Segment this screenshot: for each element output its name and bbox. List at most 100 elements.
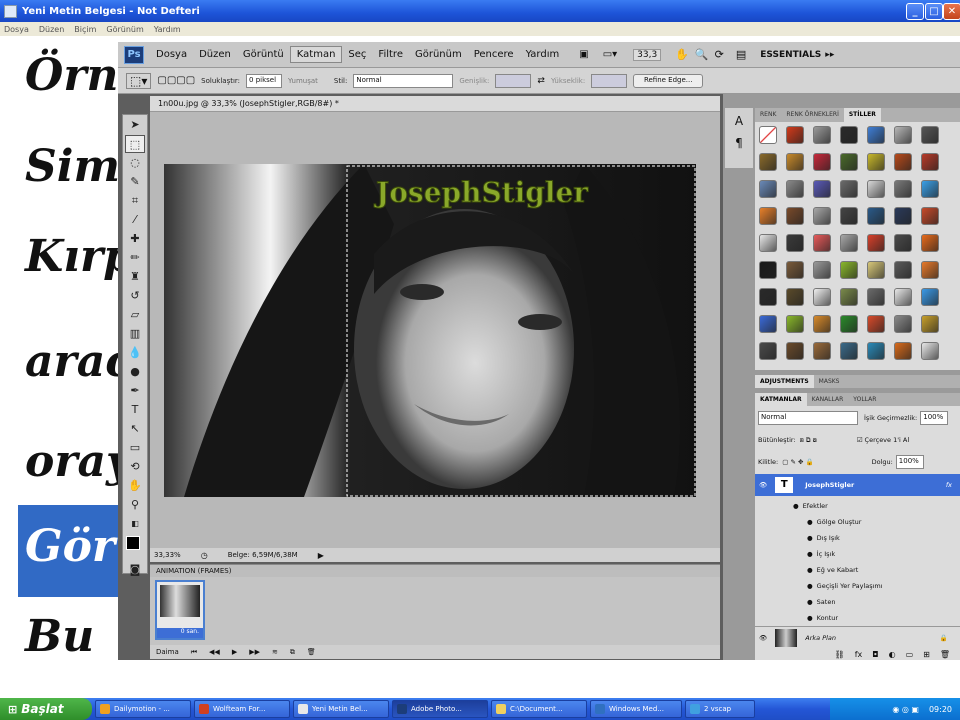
style-swatch[interactable] [867, 180, 885, 198]
shape-tool-icon[interactable]: ▭ [125, 439, 145, 457]
style-swatch[interactable] [813, 126, 831, 144]
height-input[interactable] [591, 73, 628, 88]
opacity-input[interactable]: 100% [920, 411, 949, 425]
lasso-tool-icon[interactable]: ◌ [125, 154, 145, 172]
blur-tool-icon[interactable]: 💧 [125, 344, 145, 362]
style-swatch[interactable] [759, 261, 777, 279]
effect-eye-icon[interactable]: ● [807, 614, 813, 622]
delete-frame-icon[interactable]: 🗑 [307, 648, 316, 656]
layer-fx-icon[interactable]: fx [946, 481, 952, 489]
style-swatch[interactable] [921, 342, 939, 360]
eyedropper-tool-icon[interactable]: ⁄ [125, 211, 145, 229]
move-tool-icon[interactable]: ➤ [125, 116, 145, 134]
style-swatch[interactable] [921, 126, 939, 144]
effects-eye-icon[interactable]: ● [793, 502, 799, 510]
taskbar-item[interactable]: Wolfteam For... [194, 700, 290, 718]
blend-mode-select[interactable]: Normal [758, 411, 858, 425]
zoom-percent[interactable]: 33,33% [154, 551, 181, 559]
pen-tool-icon[interactable]: ✒ [125, 382, 145, 400]
add-style-icon[interactable]: fx [855, 650, 863, 659]
style-swatch[interactable] [867, 153, 885, 171]
ps-menu-sec[interactable]: Seç [342, 47, 372, 62]
marquee-preset-icon[interactable]: ⬚▾ [126, 72, 152, 89]
new-group-icon[interactable]: ▭ [906, 650, 914, 659]
style-swatch[interactable] [786, 126, 804, 144]
maximize-button[interactable]: □ [925, 3, 943, 20]
style-swatch[interactable] [840, 234, 858, 252]
effect-row[interactable]: ● Geçişli Yer Paylaşımı [755, 578, 960, 594]
tab-channels[interactable]: KANALLAR [807, 393, 849, 406]
style-swatch[interactable] [759, 234, 777, 252]
taskbar-item[interactable]: Yeni Metin Bel... [293, 700, 389, 718]
prev-frame-icon[interactable]: ◀◀ [209, 648, 220, 656]
duplicate-frame-icon[interactable]: ⧉ [290, 648, 295, 657]
style-swatch[interactable] [921, 207, 939, 225]
add-mask-icon[interactable]: ◘ [872, 650, 878, 659]
visibility-eye-icon[interactable]: 👁 [759, 481, 767, 489]
style-swatch[interactable] [867, 261, 885, 279]
tab-color[interactable]: RENK [755, 108, 781, 122]
style-swatch[interactable] [867, 288, 885, 306]
style-swatch[interactable] [867, 342, 885, 360]
style-swatch[interactable] [786, 180, 804, 198]
style-swatch[interactable] [786, 315, 804, 333]
style-swatch[interactable] [894, 342, 912, 360]
notepad-menu-item[interactable]: Yardım [154, 25, 181, 34]
tab-adjustments[interactable]: ADJUSTMENTS [755, 375, 814, 388]
refine-edge-button[interactable]: Refine Edge... [633, 73, 704, 88]
style-swatch[interactable] [813, 180, 831, 198]
hand-tool-icon[interactable]: ✋ [675, 48, 689, 61]
rotate-view-icon[interactable]: ⟳ [715, 48, 724, 61]
effect-row[interactable]: ● Eğ ve Kabart [755, 562, 960, 578]
style-swatch[interactable] [894, 180, 912, 198]
clock[interactable]: 09:20 [929, 705, 952, 714]
ps-menu-filtre[interactable]: Filtre [372, 47, 409, 62]
effect-eye-icon[interactable]: ● [807, 582, 813, 590]
delete-layer-icon[interactable]: 🗑 [940, 650, 950, 659]
ps-menu-dosya[interactable]: Dosya [150, 47, 193, 62]
style-swatch[interactable] [840, 126, 858, 144]
notepad-menu-item[interactable]: Biçim [74, 25, 96, 34]
antialias-checkbox[interactable]: Yumuşat [288, 77, 318, 85]
style-swatch[interactable] [786, 234, 804, 252]
effect-row[interactable]: ● İç Işık [755, 546, 960, 562]
zoom-tool-icon[interactable]: ⚲ [125, 496, 145, 514]
path-selection-icon[interactable]: ↖ [125, 420, 145, 438]
visibility-eye-icon[interactable]: 👁 [759, 634, 767, 642]
selection-mode-icon[interactable]: ▢▢▢▢ [157, 75, 195, 86]
crop-tool-icon[interactable]: ⌗ [125, 192, 145, 210]
style-swatch[interactable] [813, 342, 831, 360]
effect-eye-icon[interactable]: ● [807, 566, 813, 574]
ps-menu-duzen[interactable]: Düzen [193, 47, 237, 62]
style-swatch[interactable] [759, 126, 777, 144]
effect-eye-icon[interactable]: ● [807, 598, 813, 606]
style-swatch[interactable] [894, 153, 912, 171]
history-brush-icon[interactable]: ↺ [125, 287, 145, 305]
character-panel-icon[interactable]: A [725, 114, 753, 128]
taskbar-item[interactable]: 2 vscap [685, 700, 755, 718]
style-swatch[interactable] [894, 315, 912, 333]
ps-menu-yardim[interactable]: Yardım [520, 47, 566, 62]
ps-menu-katman[interactable]: Katman [289, 46, 343, 63]
status-arrow-icon[interactable]: ▶ [318, 551, 324, 560]
style-swatch[interactable] [867, 234, 885, 252]
quick-mask-icon[interactable]: ◙ [125, 561, 145, 579]
effect-eye-icon[interactable]: ● [807, 518, 813, 526]
tray-icons[interactable]: ◉ ◎ ▣ [892, 705, 919, 714]
style-swatch[interactable] [813, 288, 831, 306]
layer-row-text[interactable]: 👁 T JosephStigler fx [755, 474, 960, 496]
document-tab[interactable]: 1n00u.jpg @ 33,3% (JosephStigler,RGB/8#)… [150, 96, 720, 112]
lock-icons[interactable]: ▢ ✎ ✥ 🔒 [782, 458, 813, 466]
style-swatch[interactable] [921, 180, 939, 198]
play-icon[interactable]: ▶ [232, 648, 237, 656]
style-swatch[interactable] [840, 342, 858, 360]
hand-tool-small-icon[interactable]: ✋ [125, 477, 145, 495]
unify-icons[interactable]: ⧈ ⧉ ⧇ [800, 436, 817, 445]
close-button[interactable]: ✕ [943, 3, 960, 20]
notepad-menu-item[interactable]: Dosya [4, 25, 29, 34]
type-tool-icon[interactable]: T [125, 401, 145, 419]
style-swatch[interactable] [840, 207, 858, 225]
notepad-text-area[interactable]: Örn Sim Kırp arac oray Gör Bu [0, 36, 134, 698]
start-button[interactable]: ⊞ Başlat [0, 698, 92, 720]
style-swatch[interactable] [786, 153, 804, 171]
